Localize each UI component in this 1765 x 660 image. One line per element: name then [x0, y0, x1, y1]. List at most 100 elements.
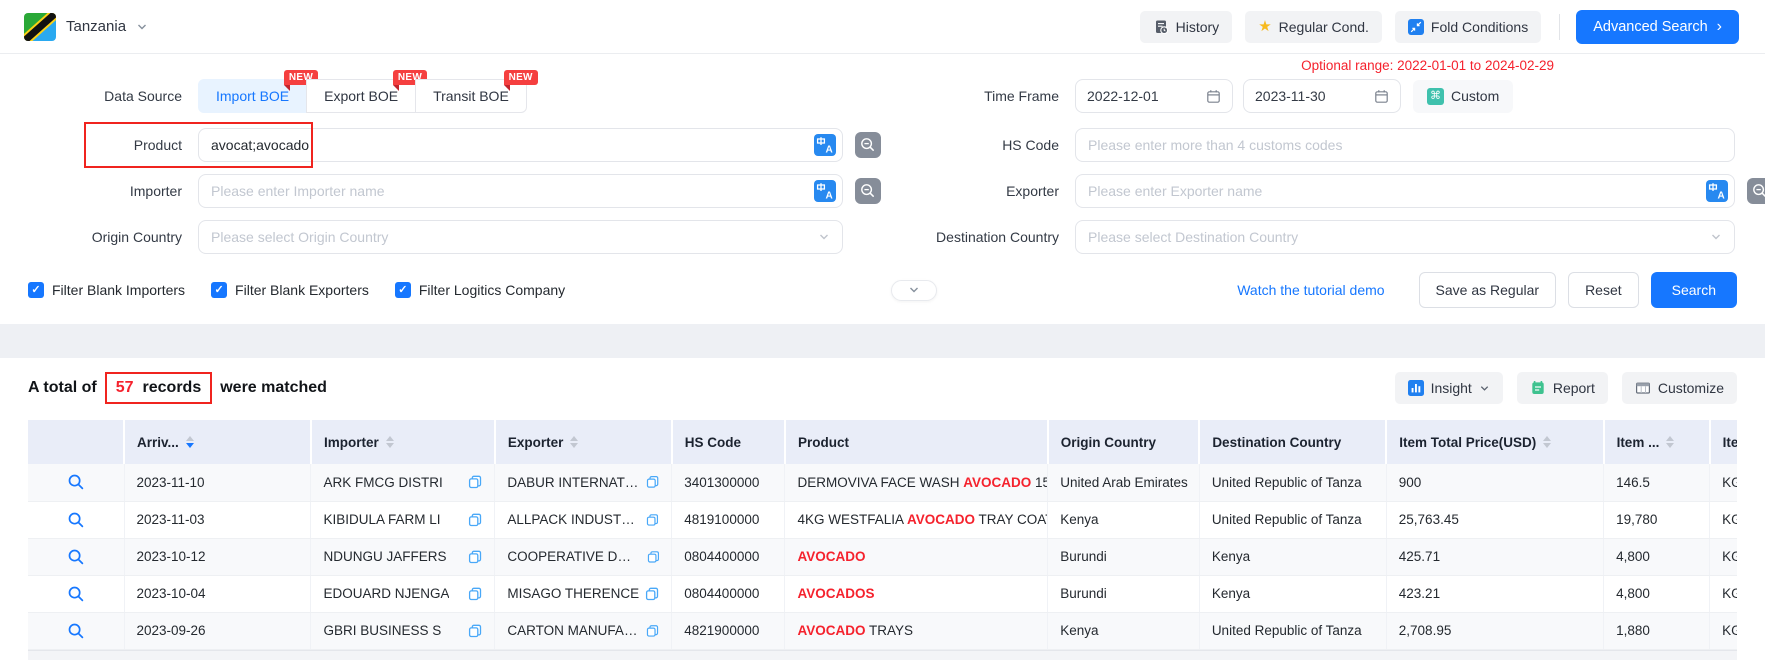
sort-icons — [386, 436, 394, 448]
copy-icon[interactable] — [646, 624, 659, 638]
tab-export-boe[interactable]: Export BOE NEW — [306, 79, 416, 113]
col-header-destination-country: Destination Country — [1199, 420, 1386, 464]
sort-icons — [1666, 436, 1674, 448]
translate-icon[interactable]: A — [814, 180, 836, 202]
row-search-icon[interactable] — [67, 473, 85, 491]
copy-icon[interactable] — [468, 550, 482, 564]
row-search-icon[interactable] — [67, 622, 85, 640]
cell-product: AVOCADO TRAYS — [785, 612, 1048, 649]
product-keyword-highlight: AVOCADO — [797, 549, 865, 564]
chevron-down-icon — [908, 284, 920, 296]
section-divider-band — [0, 324, 1765, 358]
origin-country-select[interactable]: Please select Origin Country — [198, 220, 843, 254]
custom-range-button[interactable]: ⌘ Custom — [1413, 80, 1513, 113]
exporter-input[interactable] — [1075, 174, 1735, 208]
copy-icon[interactable] — [646, 513, 659, 527]
product-text: 15 — [1031, 475, 1047, 490]
importer-name: GBRI BUSINESS S — [323, 623, 441, 638]
cell-hs-code: 4821900000 — [672, 612, 785, 649]
copy-icon[interactable] — [468, 513, 482, 527]
cell-origin-country: Burundi — [1048, 538, 1200, 575]
exporter-name: ALLPACK INDUSTRIES — [507, 512, 640, 527]
exclude-search-button[interactable] — [855, 178, 881, 204]
customize-button[interactable]: Customize — [1622, 372, 1737, 404]
cell-exporter: ALLPACK INDUSTRIES — [495, 501, 672, 538]
cell-view-detail — [28, 464, 124, 501]
date-start-input[interactable]: 2022-12-01 — [1075, 79, 1233, 113]
col-header-exporter[interactable]: Exporter — [495, 420, 672, 464]
copy-icon[interactable] — [645, 587, 659, 601]
report-button[interactable]: Report — [1517, 372, 1608, 404]
results-table-container: Arriv...ImporterExporter HS Code ProductOr… — [28, 420, 1737, 660]
tutorial-demo-link[interactable]: Watch the tutorial demo — [1237, 282, 1384, 298]
data-source-label: Data Source — [28, 88, 198, 104]
copy-icon[interactable] — [468, 624, 482, 638]
regular-cond-button[interactable]: ★ Regular Cond. — [1245, 11, 1382, 43]
product-keyword-highlight: AVOCADO — [797, 623, 865, 638]
col-header-origin-country: Origin Country — [1048, 420, 1200, 464]
col-header-spacer — [28, 420, 124, 464]
table-row: 2023-11-03KIBIDULA FARM LIALLPACK INDUST… — [28, 501, 1737, 538]
cell-item-quantity-unit: KGM — [1710, 612, 1737, 649]
insight-button[interactable]: Insight — [1395, 372, 1503, 404]
checkbox-filter-blank-importers[interactable]: ✓ Filter Blank Importers — [28, 282, 185, 298]
col-label: Item ... — [1617, 435, 1660, 450]
product-label: Product — [28, 137, 198, 153]
translate-icon[interactable]: A — [814, 134, 836, 156]
col-header-importer[interactable]: Importer — [311, 420, 495, 464]
collapse-conditions-toggle[interactable] — [891, 280, 937, 301]
search-minus-icon — [859, 136, 877, 154]
col-header-item[interactable]: Item ... — [1604, 420, 1710, 464]
cell-product: AVOCADOS — [785, 575, 1048, 612]
checkbox-checked-icon: ✓ — [28, 282, 44, 298]
advanced-search-button[interactable]: Advanced Search › — [1576, 10, 1739, 44]
row-search-icon[interactable] — [67, 511, 85, 529]
product-keyword-highlight: AVOCADOS — [797, 586, 874, 601]
cell-item-total-price: 425.71 — [1386, 538, 1603, 575]
row-search-icon[interactable] — [67, 548, 85, 566]
copy-icon[interactable] — [647, 550, 660, 564]
translate-icon[interactable]: A — [1706, 180, 1728, 202]
row-search-icon[interactable] — [67, 585, 85, 603]
reset-button[interactable]: Reset — [1568, 272, 1639, 308]
cell-importer: GBRI BUSINESS S — [311, 612, 495, 649]
checkbox-checked-icon: ✓ — [211, 282, 227, 298]
country-row: Origin Country Please select Origin Coun… — [28, 220, 1737, 254]
product-row: Product A — [28, 128, 1737, 162]
hs-code-input[interactable] — [1075, 128, 1735, 162]
cell-item-total-price: 25,763.45 — [1386, 501, 1603, 538]
cell-item-value: 146.5 — [1604, 464, 1710, 501]
tab-transit-boe[interactable]: Transit BOE NEW — [415, 79, 527, 113]
copy-icon[interactable] — [468, 587, 482, 601]
date-end-input[interactable]: 2023-11-30 — [1243, 79, 1401, 113]
checkbox-filter-blank-exporters[interactable]: ✓ Filter Blank Exporters — [211, 282, 369, 298]
product-input[interactable] — [198, 128, 843, 162]
destination-country-placeholder: Please select Destination Country — [1088, 229, 1298, 245]
fold-conditions-button[interactable]: Fold Conditions — [1395, 11, 1541, 43]
col-label: HS Code — [685, 435, 741, 450]
col-header-product: Product — [785, 420, 1048, 464]
search-button[interactable]: Search — [1651, 272, 1737, 308]
importer-row: Importer A — [28, 174, 1737, 208]
summary-suffix: were matched — [220, 379, 327, 397]
copy-icon[interactable] — [468, 475, 482, 489]
exclude-search-button[interactable] — [855, 132, 881, 158]
product-text: DERMOVIVA FACE WASH — [797, 475, 963, 490]
col-header-arriv[interactable]: Arriv... — [124, 420, 311, 464]
cell-arrival-date: 2023-10-12 — [124, 538, 311, 575]
exclude-search-button[interactable] — [1747, 178, 1765, 204]
table-row: 2023-09-26GBRI BUSINESS SCARTON MANUFACT… — [28, 612, 1737, 649]
save-as-regular-button[interactable]: Save as Regular — [1419, 272, 1557, 308]
col-header-item-total-price-usd[interactable]: Item Total Price(USD) — [1386, 420, 1603, 464]
product-text: TRAY COAT — [975, 512, 1048, 527]
country-selector[interactable]: Tanzania — [24, 13, 148, 41]
new-badge: NEW — [504, 70, 538, 85]
history-button[interactable]: History — [1140, 11, 1233, 43]
importer-input[interactable] — [198, 174, 843, 208]
copy-icon[interactable] — [646, 475, 659, 489]
table-header-row: Arriv...ImporterExporter HS Code ProductOr… — [28, 420, 1737, 464]
checkbox-filter-logitics-company[interactable]: ✓ Filter Logitics Company — [395, 282, 565, 298]
cell-exporter: MISAGO THERENCE — [495, 575, 672, 612]
tab-import-boe[interactable]: Import BOE NEW — [198, 79, 307, 113]
destination-country-select[interactable]: Please select Destination Country — [1075, 220, 1735, 254]
